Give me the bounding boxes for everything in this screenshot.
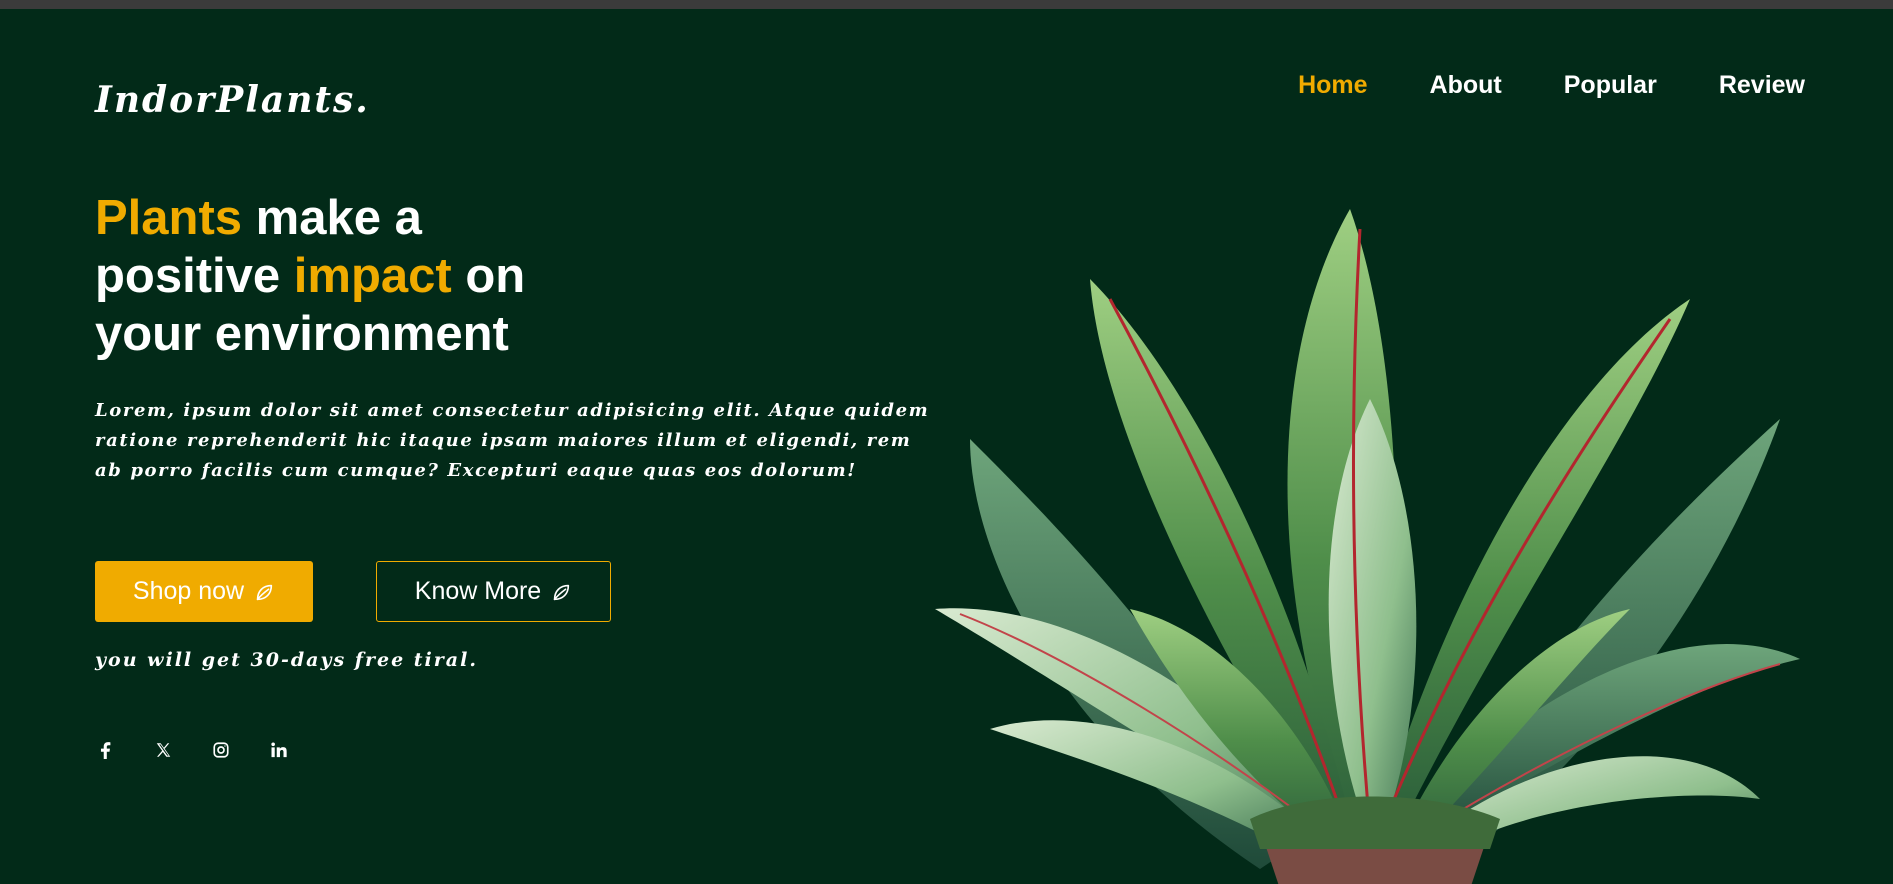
leaf-icon xyxy=(256,584,273,600)
headline-highlight-plants: Plants xyxy=(95,191,243,245)
leaf-icon xyxy=(553,584,570,600)
shop-now-button[interactable]: Shop now xyxy=(95,561,313,622)
facebook-icon[interactable] xyxy=(95,740,115,760)
trial-note: you will get 30-days free tiral. xyxy=(95,649,478,671)
landing-page: IndorPlants. Home About Popular Review P… xyxy=(0,9,1893,884)
linkedin-icon[interactable] xyxy=(269,740,289,760)
x-icon[interactable] xyxy=(153,740,173,760)
brand-logo[interactable]: IndorPlants. xyxy=(95,79,370,121)
hero-description: Lorem, ipsum dolor sit amet consectetur … xyxy=(95,400,930,481)
shop-now-label: Shop now xyxy=(132,577,245,605)
headline-text: make a xyxy=(242,191,422,245)
know-more-label: Know More xyxy=(414,577,542,605)
nav-home[interactable]: Home xyxy=(1298,71,1367,100)
nav-review[interactable]: Review xyxy=(1719,71,1805,100)
plant-illustration xyxy=(935,209,1800,884)
headline-highlight-impact: impact xyxy=(293,249,452,303)
main-nav: Home About Popular Review xyxy=(1298,71,1805,100)
browser-top-strip xyxy=(0,0,1893,9)
know-more-button[interactable]: Know More xyxy=(376,561,611,622)
headline-text: positive xyxy=(95,249,294,303)
social-links xyxy=(95,740,289,760)
headline-text: on xyxy=(451,249,526,303)
instagram-icon[interactable] xyxy=(211,740,231,760)
headline-text: your environment xyxy=(95,307,509,361)
nav-popular[interactable]: Popular xyxy=(1564,71,1657,100)
hero-headline: Plants make a positive impact on your en… xyxy=(95,189,715,363)
nav-about[interactable]: About xyxy=(1430,71,1502,100)
